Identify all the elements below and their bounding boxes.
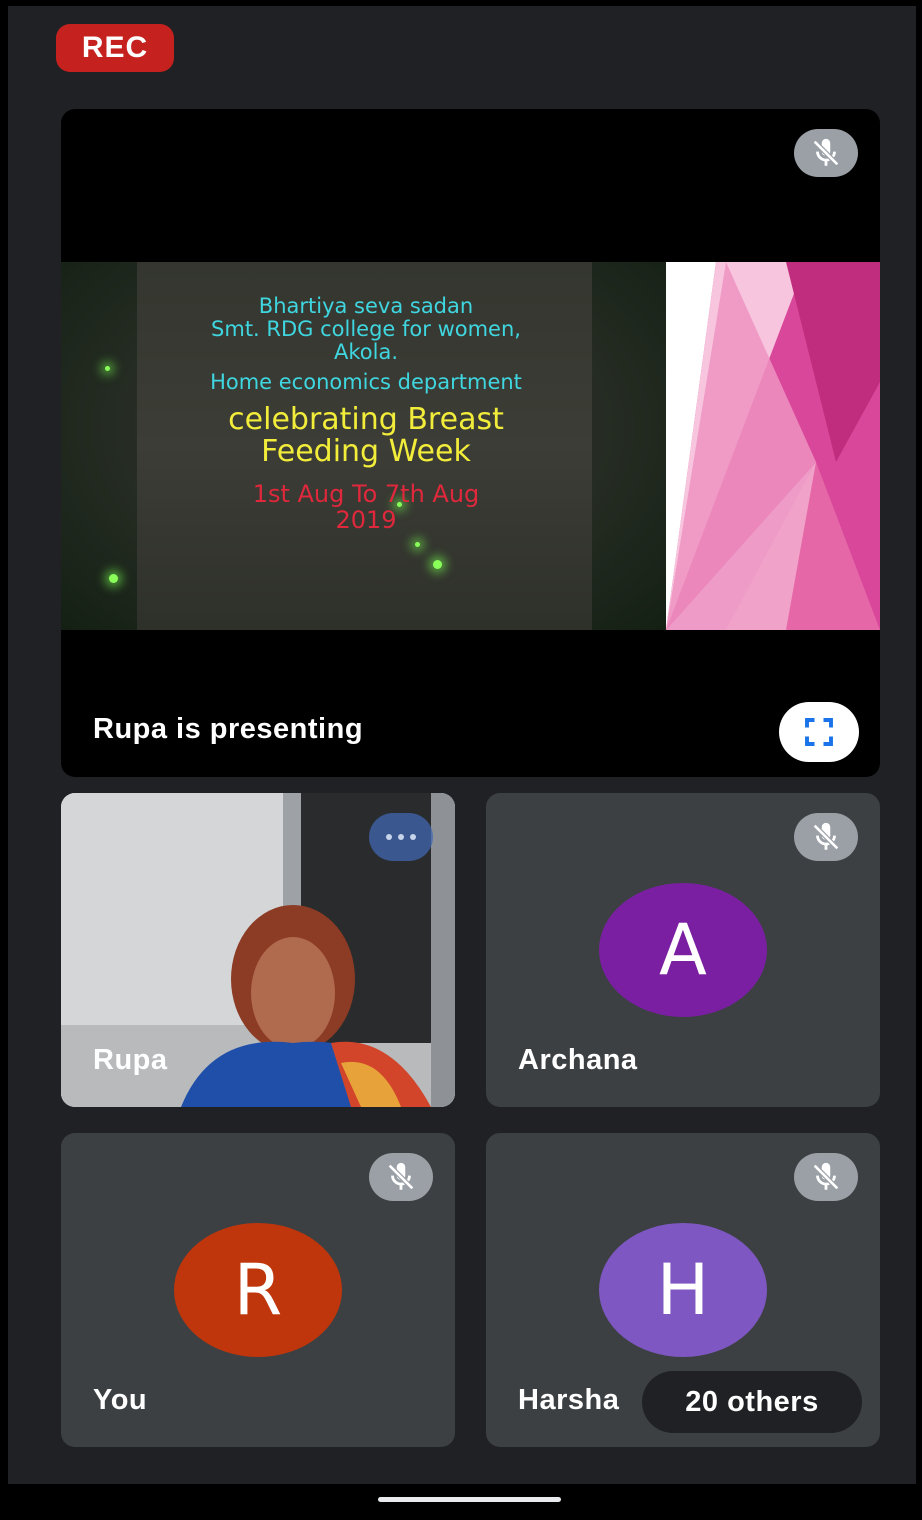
mic-off-icon <box>794 813 858 861</box>
fullscreen-icon <box>805 718 833 746</box>
mic-off-icon <box>369 1153 433 1201</box>
participant-tile-you[interactable]: R You <box>61 1133 455 1447</box>
slide-line-3: Akola. <box>333 340 398 364</box>
more-options-icon[interactable] <box>369 813 433 861</box>
fullscreen-button[interactable] <box>779 702 859 762</box>
participant-name: Harsha <box>518 1384 620 1416</box>
slide-line-6: Feeding Week <box>261 434 471 469</box>
slide-line-1: Bhartiya seva sadan <box>258 294 474 318</box>
slide-line-4: Home economics department <box>210 370 522 394</box>
others-count-button[interactable]: 20 others <box>642 1371 862 1433</box>
participant-name: You <box>93 1384 148 1416</box>
slide-pink-panel <box>666 262 880 630</box>
meeting-screen: REC Bhartiya seva sadan Smt. RDG college… <box>8 6 916 1484</box>
mic-off-icon <box>794 129 858 177</box>
mic-off-icon <box>794 1153 858 1201</box>
participant-name: Archana <box>518 1044 638 1076</box>
slide-line-7: 1st Aug To 7th Aug <box>252 480 480 508</box>
shared-slide: Bhartiya seva sadan Smt. RDG college for… <box>61 262 880 630</box>
participant-name: Rupa <box>93 1044 168 1076</box>
home-indicator[interactable] <box>378 1497 561 1502</box>
slide-line-2: Smt. RDG college for women, <box>211 317 521 341</box>
recording-badge: REC <box>56 24 174 72</box>
presentation-tile[interactable]: Bhartiya seva sadan Smt. RDG college for… <box>61 109 880 777</box>
presenting-status: Rupa is presenting <box>93 713 364 745</box>
slide-line-8: 2019 <box>335 506 397 534</box>
participant-tile-rupa[interactable]: Rupa <box>61 793 455 1107</box>
participant-tile-archana[interactable]: A Archana <box>486 793 880 1107</box>
avatar: A <box>599 883 767 1017</box>
slide-line-5: celebrating Breast <box>228 402 504 437</box>
participant-tile-harsha[interactable]: H Harsha 20 others <box>486 1133 880 1447</box>
avatar: R <box>174 1223 342 1357</box>
avatar: H <box>599 1223 767 1357</box>
